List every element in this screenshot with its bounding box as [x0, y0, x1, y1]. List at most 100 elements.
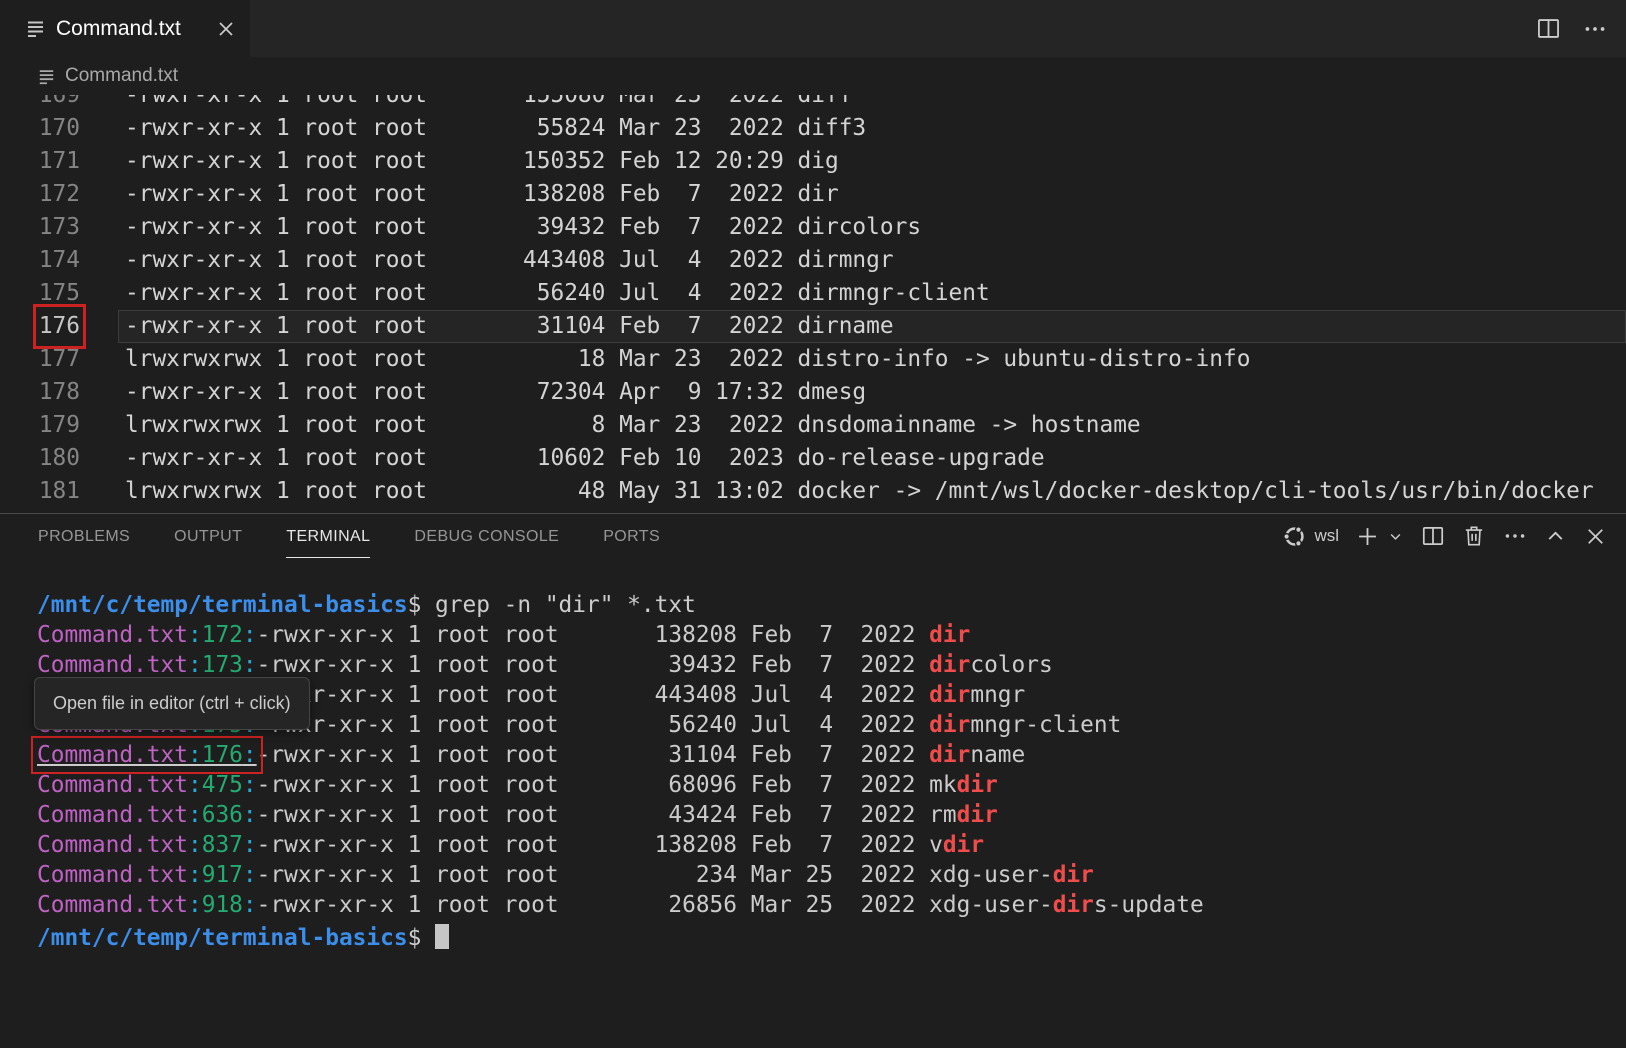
- editor-actions: [1535, 0, 1608, 57]
- grep-filename: Command.txt: [37, 832, 188, 858]
- editor-line: 181lrwxrwxrwx 1 root root 48 May 31 13:0…: [0, 475, 1626, 508]
- panel-actions: wsl: [1282, 523, 1608, 550]
- panel-tab-problems[interactable]: PROBLEMS: [38, 514, 130, 558]
- line-number: 180: [0, 442, 80, 475]
- line-number-value: 173: [39, 211, 80, 244]
- terminal-profile[interactable]: wsl: [1282, 524, 1339, 549]
- terminal-grep-row: Command.txt:176:-rwxr-xr-x 1 root root 3…: [37, 740, 1626, 770]
- grep-separator: :: [243, 862, 257, 888]
- space: [421, 925, 435, 951]
- new-terminal-icon[interactable]: [1354, 523, 1381, 550]
- line-number: 173: [0, 211, 80, 244]
- editor-line-text: -rwxr-xr-x 1 root root 72304 Apr 9 17:32…: [118, 376, 1626, 409]
- grep-filename-part: mk: [929, 772, 956, 798]
- grep-filename-part: mngr: [970, 682, 1025, 708]
- grep-separator: :: [188, 802, 202, 828]
- grep-line-body: -rwxr-xr-x 1 root root 443408 Jul 4 2022: [257, 682, 930, 708]
- breadcrumb-item-command-txt[interactable]: Command.txt: [65, 65, 178, 87]
- editor-line-text: -rwxr-xr-x 1 root root 56240 Jul 4 2022 …: [118, 277, 1626, 310]
- grep-separator: :: [188, 892, 202, 918]
- grep-filename: Command.txt: [37, 862, 188, 888]
- editor-line-text: -rwxr-xr-x 1 root root 138208 Feb 7 2022…: [118, 178, 1626, 211]
- file-line-link[interactable]: Command.txt:475:: [37, 772, 257, 798]
- file-line-link[interactable]: Command.txt:837:: [37, 832, 257, 858]
- grep-match: dir: [957, 802, 998, 828]
- grep-filename-part: colors: [970, 652, 1052, 678]
- grep-line-number: 636: [202, 802, 243, 828]
- file-line-link[interactable]: Command.txt:917:: [37, 862, 257, 888]
- grep-filename-part: mngr-client: [970, 712, 1121, 738]
- panel-tab-output[interactable]: OUTPUT: [174, 514, 242, 558]
- line-number: 178: [0, 376, 80, 409]
- prompt-path: /mnt/c/temp/terminal-basics: [37, 592, 408, 618]
- grep-separator: :: [243, 832, 257, 858]
- editor-line: 176 -rwxr-xr-x 1 root root 31104 Feb 7 20…: [0, 310, 1626, 343]
- grep-separator: :: [243, 742, 257, 768]
- terminal-dropdown-chevron-icon[interactable]: [1386, 527, 1405, 546]
- more-actions-icon[interactable]: [1502, 523, 1528, 549]
- editor-tab-bar: Command.txt: [0, 0, 1626, 57]
- line-number-value: 177: [39, 343, 80, 376]
- terminal-prompt-line: /mnt/c/temp/terminal-basics$ grep -n "di…: [37, 590, 1626, 620]
- close-panel-icon[interactable]: [1583, 524, 1608, 549]
- panel-tab-ports[interactable]: PORTS: [603, 514, 660, 558]
- terminal-profile-label: wsl: [1314, 526, 1339, 546]
- editor-line: 173-rwxr-xr-x 1 root root 39432 Feb 7 20…: [0, 211, 1626, 244]
- kill-terminal-trash-icon[interactable]: [1461, 523, 1487, 549]
- grep-separator: :: [243, 802, 257, 828]
- editor-line: 175 -rwxr-xr-x 1 root root 56240 Jul 4 20…: [0, 277, 1626, 310]
- grep-match: dir: [929, 682, 970, 708]
- line-number-value: 174: [39, 244, 80, 277]
- line-number-value: 172: [39, 178, 80, 211]
- grep-line-body: -rwxr-xr-x 1 root root 68096 Feb 7 2022: [257, 772, 930, 798]
- grep-filename: Command.txt: [37, 652, 188, 678]
- terminal-grep-row: Command.txt:475:-rwxr-xr-x 1 root root 6…: [37, 770, 1626, 800]
- tab-command-txt[interactable]: Command.txt: [0, 0, 250, 57]
- line-number-value: 180: [39, 442, 80, 475]
- editor-lines: 169-rwxr-xr-x 1 root root 155080 Mar 23 …: [0, 95, 1626, 508]
- grep-line-body: -rwxr-xr-x 1 root root 138208 Feb 7 2022: [257, 622, 930, 648]
- line-number: 175: [0, 277, 80, 310]
- editor-line: 179lrwxrwxrwx 1 root root 8 Mar 23 2022 …: [0, 409, 1626, 442]
- editor-line: 172 -rwxr-xr-x 1 root root 138208 Feb 7 2…: [0, 178, 1626, 211]
- file-line-link[interactable]: Command.txt:172:: [37, 622, 257, 648]
- panel: PROBLEMS OUTPUT TERMINAL DEBUG CONSOLE PORTS: [0, 513, 1626, 1004]
- grep-filename-part: v: [929, 832, 943, 858]
- panel-tab-debug-console[interactable]: DEBUG CONSOLE: [414, 514, 559, 558]
- terminal-command: grep -n "dir" *.txt: [421, 592, 696, 618]
- grep-line-body: -rwxr-xr-x 1 root root 56240 Jul 4 2022: [257, 712, 930, 738]
- editor[interactable]: 169-rwxr-xr-x 1 root root 155080 Mar 23 …: [0, 95, 1626, 513]
- more-actions-icon[interactable]: [1582, 16, 1608, 42]
- grep-line-number: 917: [202, 862, 243, 888]
- editor-line-text: -rwxr-xr-x 1 root root 10602 Feb 10 2023…: [118, 442, 1626, 475]
- terminal[interactable]: /mnt/c/temp/terminal-basics $ grep -n "di…: [0, 558, 1626, 1004]
- grep-match: dir: [929, 712, 970, 738]
- file-line-link[interactable]: Command.txt:176:: [37, 742, 257, 768]
- maximize-panel-icon[interactable]: [1543, 524, 1568, 549]
- grep-separator: :: [188, 652, 202, 678]
- editor-line-text: lrwxrwxrwx 1 root root 48 May 31 13:02 d…: [118, 475, 1626, 508]
- split-terminal-icon[interactable]: [1420, 523, 1446, 549]
- line-number-value: 176: [39, 310, 80, 343]
- grep-separator: :: [243, 622, 257, 648]
- editor-line: 180 -rwxr-xr-x 1 root root 10602 Feb 10 2…: [0, 442, 1626, 475]
- line-number: 170: [0, 112, 80, 145]
- file-line-link[interactable]: Command.txt:636:: [37, 802, 257, 828]
- tab-label: Command.txt: [56, 17, 181, 41]
- grep-separator: :: [188, 772, 202, 798]
- editor-line: 178 -rwxr-xr-x 1 root root 72304 Apr 9 17…: [0, 376, 1626, 409]
- grep-line-body: -rwxr-xr-x 1 root root 234 Mar 25 2022: [257, 862, 930, 888]
- panel-tabs: PROBLEMS OUTPUT TERMINAL DEBUG CONSOLE PORTS: [38, 514, 660, 558]
- grep-line-body: -rwxr-xr-x 1 root root 26856 Mar 25 2022: [257, 892, 930, 918]
- prompt-symbol: $: [408, 925, 422, 951]
- editor-line-text: -rwxr-xr-x 1 root root 31104 Feb 7 2022 …: [118, 310, 1626, 343]
- grep-separator: :: [188, 622, 202, 648]
- editor-line-text: -rwxr-xr-x 1 root root 443408 Jul 4 2022…: [118, 244, 1626, 277]
- close-tab-icon[interactable]: [216, 19, 236, 39]
- file-line-link[interactable]: Command.txt:918:: [37, 892, 257, 918]
- panel-tab-terminal[interactable]: TERMINAL: [286, 514, 370, 558]
- file-line-link[interactable]: Command.txt:173:: [37, 652, 257, 678]
- editor-line: 177lrwxrwxrwx 1 root root 18 Mar 23 2022…: [0, 343, 1626, 376]
- terminal-grep-row: Command.txt:636:-rwxr-xr-x 1 root root 4…: [37, 800, 1626, 830]
- split-editor-icon[interactable]: [1535, 15, 1562, 42]
